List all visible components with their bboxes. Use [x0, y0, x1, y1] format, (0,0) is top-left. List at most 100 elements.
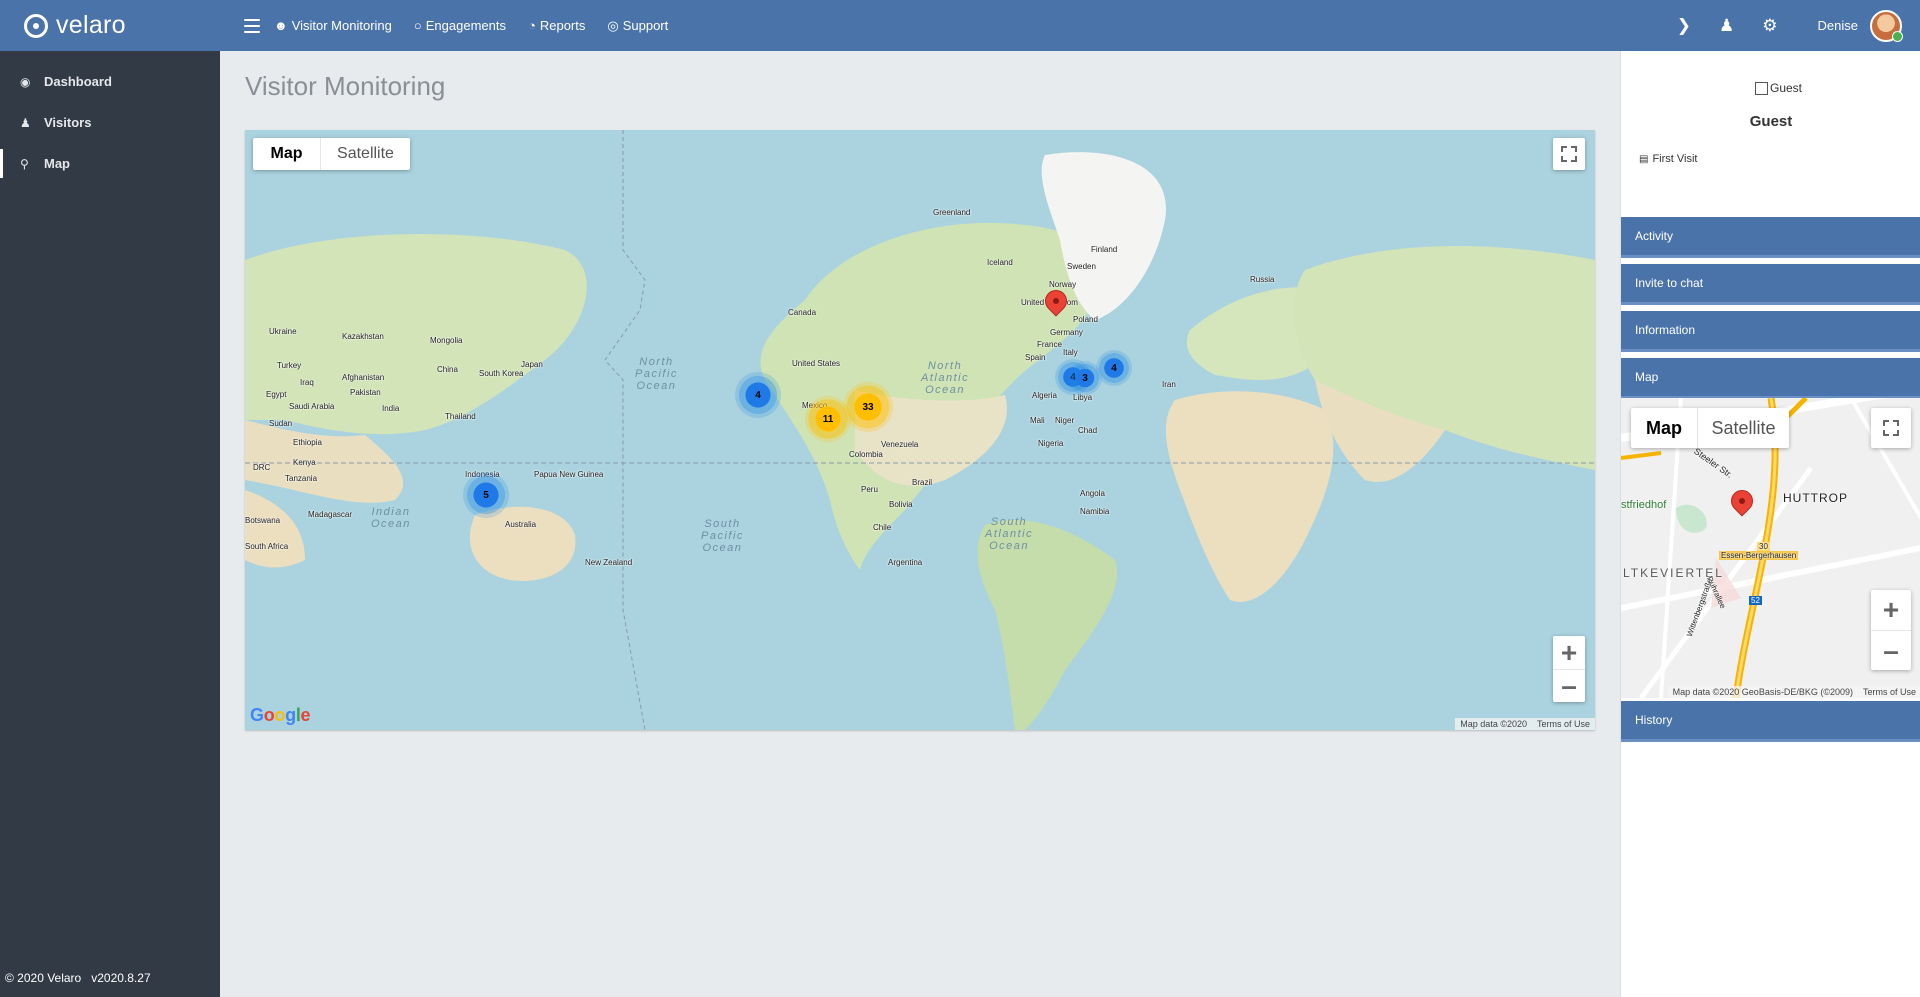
section-history[interactable]: History	[1621, 701, 1920, 742]
footer-version: © 2020 Velaro v2020.8.27	[5, 971, 151, 985]
chevron-right-icon[interactable]: ❯	[1677, 16, 1691, 36]
district-label: HUTTROP	[1783, 491, 1848, 505]
section-information[interactable]: Information	[1621, 311, 1920, 352]
nav-label: Engagements	[425, 18, 506, 33]
nav-visitor-monitoring[interactable]: ☻ Visitor Monitoring	[274, 18, 392, 33]
menu-toggle-icon[interactable]	[244, 18, 260, 33]
country-label: DRC	[253, 463, 271, 472]
map-marker-icon: ⚲	[20, 156, 29, 171]
chat-bubble-icon: ○	[413, 18, 422, 33]
country-label: Papua New Guinea	[534, 470, 604, 479]
country-label: Australia	[505, 520, 537, 529]
zoom-in-button[interactable]: +	[1553, 636, 1585, 669]
nav-reports[interactable]: ◔ Reports	[528, 18, 585, 33]
visitor-cluster[interactable]: 4	[1096, 350, 1132, 386]
map-type-control: Map Satellite	[1631, 408, 1789, 448]
map-type-satellite-button[interactable]: Satellite	[320, 138, 410, 170]
country-label: Niger	[1055, 416, 1075, 425]
ocean-label: North Pacific Ocean	[635, 356, 678, 392]
zoom-out-button[interactable]: –	[1871, 630, 1911, 670]
terms-link[interactable]: Terms of Use	[1531, 718, 1595, 730]
road-number: 52	[1749, 596, 1762, 605]
brand-name: velaro	[56, 11, 126, 39]
country-label: New Zealand	[585, 558, 633, 567]
country-label: Nigeria	[1038, 439, 1064, 448]
ocean-label: South Atlantic Ocean	[985, 516, 1034, 552]
sidebar-item-visitors[interactable]: ♟ Visitors	[0, 102, 220, 143]
ocean-label: North Atlantic Ocean	[921, 360, 970, 396]
country-label: Ukraine	[269, 327, 297, 336]
ocean-label: South Pacific Ocean	[701, 518, 744, 554]
country-label: Iraq	[300, 378, 314, 387]
country-label: Chile	[873, 523, 892, 532]
fullscreen-button[interactable]	[1553, 138, 1585, 170]
country-label: Sweden	[1067, 262, 1096, 271]
main-content: Visitor Monitoring Greenland Iceland Fin…	[220, 51, 1620, 997]
guest-checkbox[interactable]: Guest	[1755, 81, 1802, 95]
world-map-canvas	[245, 130, 1595, 730]
checkbox-box[interactable]	[1755, 81, 1768, 95]
section-invite-to-chat[interactable]: Invite to chat	[1621, 264, 1920, 305]
country-label: Germany	[1050, 328, 1083, 337]
country-label: Angola	[1080, 489, 1105, 498]
fullscreen-icon	[1561, 146, 1577, 162]
country-label: Chad	[1078, 426, 1098, 435]
sidebar: ◉ Dashboard ♟ Visitors ⚲ Map © 2020 Velaro …	[0, 51, 220, 997]
google-letter: G	[250, 705, 264, 725]
sidebar-item-label: Map	[44, 156, 70, 171]
terms-link[interactable]: Terms of Use	[1857, 686, 1920, 698]
country-label: Italy	[1063, 348, 1078, 357]
country-label: India	[382, 404, 400, 413]
country-label: Turkey	[277, 361, 302, 370]
fullscreen-button[interactable]	[1871, 408, 1911, 448]
map-type-control: Map Satellite	[253, 138, 410, 170]
country-label: Sudan	[269, 419, 293, 428]
zoom-in-button[interactable]: +	[1871, 590, 1911, 630]
country-label: Norway	[1049, 280, 1077, 289]
country-label: Botswana	[245, 516, 281, 525]
country-label: Thailand	[445, 412, 476, 421]
country-label: Spain	[1025, 353, 1046, 362]
visitor-cluster[interactable]: 33	[843, 382, 893, 432]
map-data-text: Map data ©2020	[1455, 718, 1532, 730]
google-letter: g	[285, 705, 296, 725]
section-activity[interactable]: Activity	[1621, 217, 1920, 258]
country-label: Namibia	[1080, 507, 1110, 516]
top-bar: velaro ☻ Visitor Monitoring ○ Engagements …	[0, 0, 1920, 51]
world-map[interactable]: Greenland Iceland Finland Sweden Norway …	[245, 130, 1595, 730]
avatar[interactable]	[1870, 9, 1903, 42]
country-label: Poland	[1073, 315, 1098, 324]
nav-support[interactable]: ◎ Support	[607, 18, 668, 34]
google-letter: e	[300, 705, 311, 725]
map-attribution: Map data ©2020 Terms of Use	[1455, 718, 1595, 730]
nav-engagements[interactable]: ○ Engagements	[414, 18, 506, 33]
country-label: Pakistan	[350, 388, 381, 397]
gear-icon[interactable]: ⚙	[1762, 16, 1777, 36]
sidebar-item-map[interactable]: ⚲ Map	[0, 143, 220, 184]
brand[interactable]: velaro	[0, 0, 220, 51]
ocean-label: Indian Ocean	[371, 506, 411, 530]
country-label: United States	[792, 359, 841, 368]
user-name[interactable]: Denise	[1818, 18, 1858, 33]
team-icon[interactable]: ♟	[1719, 16, 1734, 36]
country-label: China	[437, 365, 458, 374]
zoom-control: + –	[1553, 636, 1585, 702]
park-label: stfriedhof	[1621, 499, 1667, 511]
country-label: Bolivia	[889, 500, 913, 509]
visitor-cluster[interactable]: 4	[735, 372, 781, 418]
road-number: 30	[1757, 542, 1770, 551]
nav-label: Visitor Monitoring	[291, 18, 392, 33]
map-type-map-button[interactable]: Map	[253, 138, 320, 170]
country-label: Finland	[1091, 245, 1118, 254]
country-label: South Africa	[245, 542, 289, 551]
visitor-location-map[interactable]: Steeler Str. HUTTROP stfriedhof Essen-Be…	[1621, 398, 1920, 698]
zoom-out-button[interactable]: –	[1553, 669, 1585, 702]
visitor-cluster[interactable]: 5	[463, 472, 509, 518]
map-type-satellite-button[interactable]: Satellite	[1697, 408, 1789, 448]
section-map[interactable]: Map	[1621, 358, 1920, 399]
map-type-map-button[interactable]: Map	[1631, 408, 1697, 448]
sidebar-item-dashboard[interactable]: ◉ Dashboard	[0, 61, 220, 102]
top-nav: ☻ Visitor Monitoring ○ Engagements ◔ Report…	[274, 18, 690, 34]
country-label: Kazakhstan	[342, 332, 384, 341]
lifebuoy-icon: ◎	[607, 17, 619, 33]
